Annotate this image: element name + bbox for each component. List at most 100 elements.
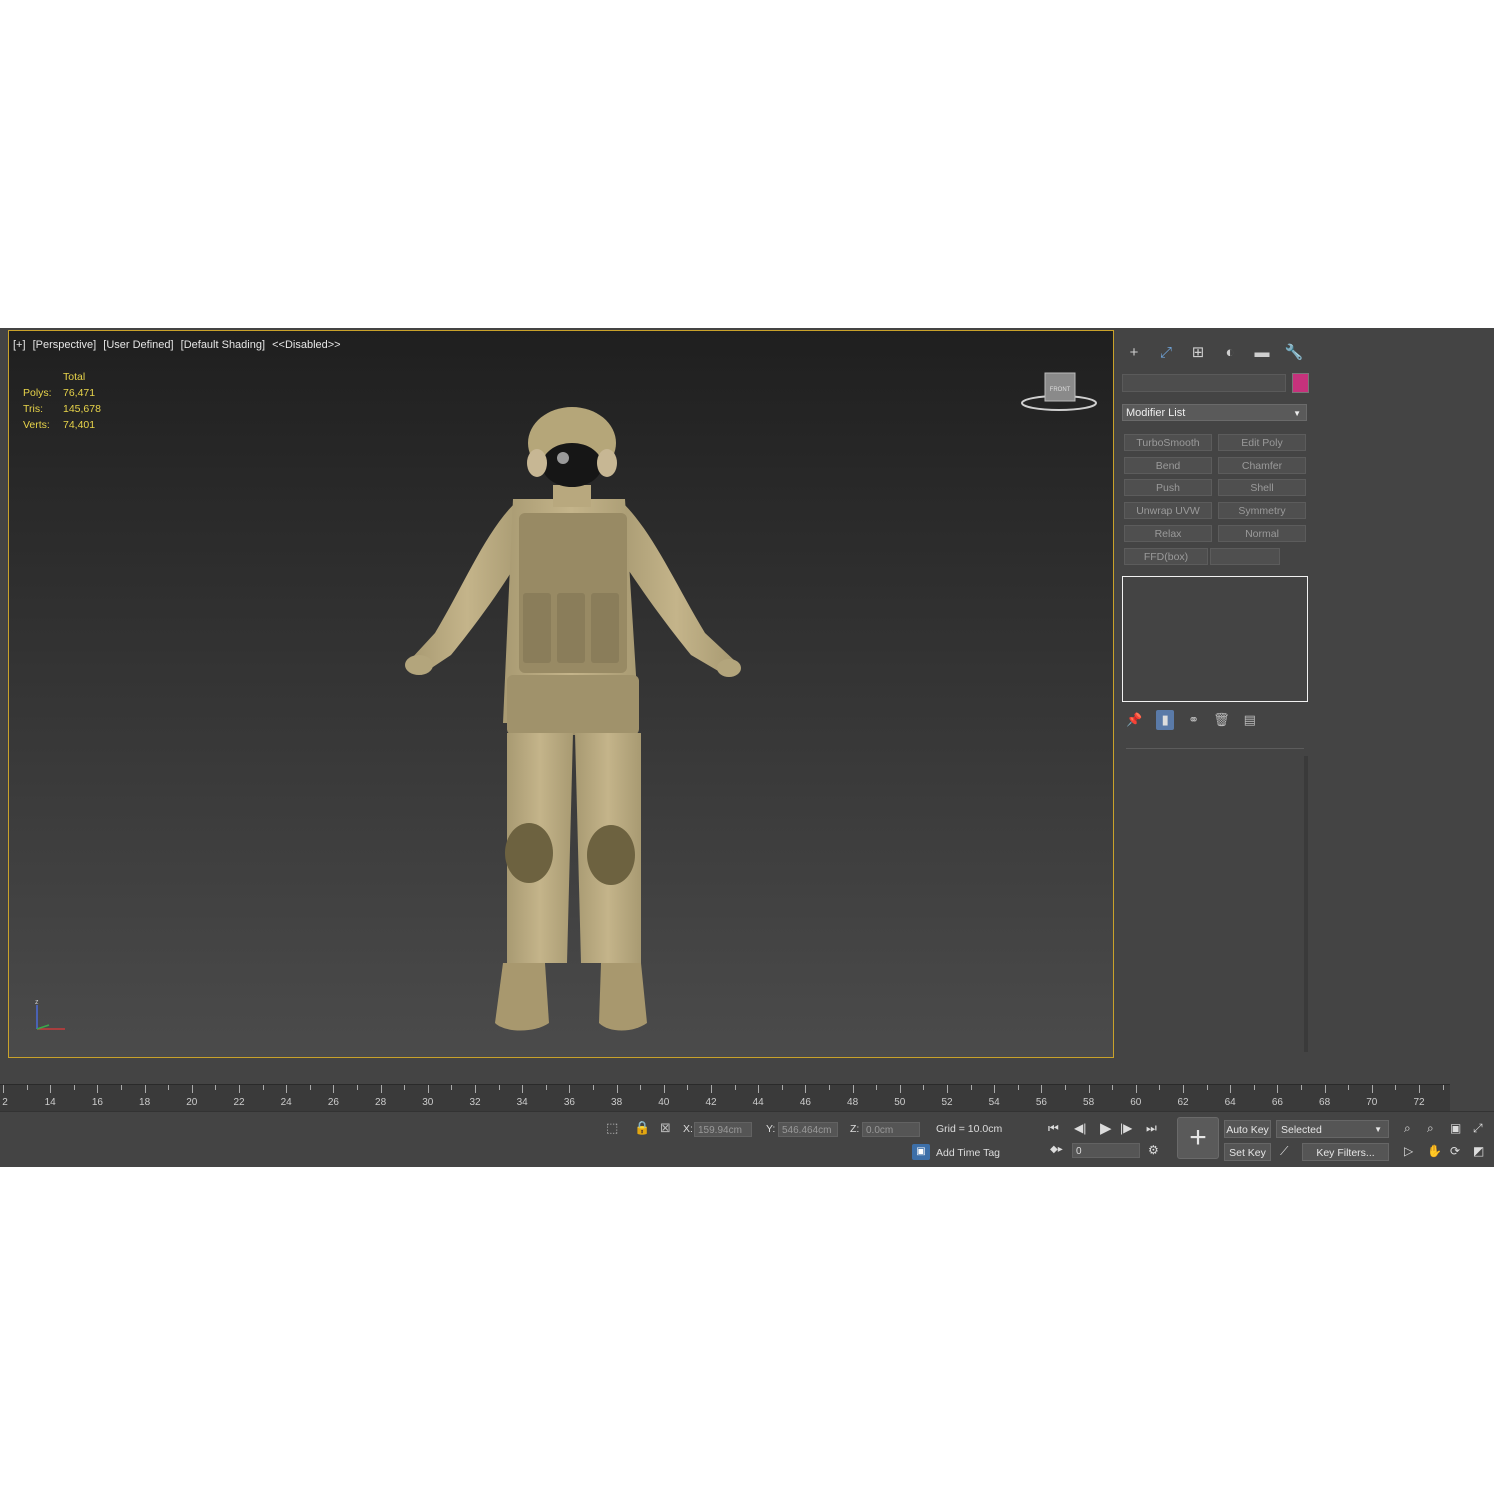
timeline-minor-tick bbox=[168, 1085, 170, 1090]
remove-modifier-trash-icon[interactable]: 🗑 bbox=[1213, 712, 1230, 728]
create-tab-plus-icon[interactable]: + bbox=[1122, 340, 1146, 364]
timeline-frame-label: 66 bbox=[1271, 1097, 1283, 1108]
modifier-unwrap-uvw-button[interactable]: Unwrap UVW bbox=[1124, 502, 1212, 519]
zoom-extents-icon[interactable]: ▣ bbox=[1450, 1121, 1461, 1135]
viewport-disabled-menu[interactable]: <<Disabled>> bbox=[272, 339, 341, 351]
chevron-down-icon: ▼ bbox=[1374, 1125, 1382, 1134]
timeline-tick bbox=[427, 1085, 429, 1093]
pin-stack-icon[interactable]: 📌 bbox=[1126, 712, 1142, 728]
modifier-push-button[interactable]: Push bbox=[1124, 479, 1212, 496]
panel-scrollbar[interactable] bbox=[1304, 756, 1308, 1052]
time-tag-icon[interactable]: ▣ bbox=[912, 1144, 930, 1160]
current-frame-spinner[interactable]: 0 bbox=[1072, 1143, 1140, 1158]
timeline-tick bbox=[1135, 1085, 1137, 1093]
set-key-button[interactable]: Set Key bbox=[1224, 1143, 1271, 1161]
next-frame-icon[interactable]: |▶ bbox=[1120, 1121, 1132, 1135]
zoom-extents-all-icon[interactable]: ⤢ bbox=[1473, 1121, 1483, 1136]
time-ruler-end bbox=[1450, 1084, 1494, 1110]
modifier-shell-button[interactable]: Shell bbox=[1218, 479, 1306, 496]
selection-lock-icon[interactable]: 🔒 bbox=[634, 1120, 650, 1136]
viewport-plus-menu[interactable]: [+] bbox=[13, 339, 26, 351]
timeline-frame-label: 38 bbox=[611, 1097, 623, 1108]
timeline-tick bbox=[475, 1085, 476, 1093]
timeline-frame-label: 24 bbox=[280, 1097, 292, 1108]
default-in-out-tangents-icon[interactable]: ⟋ bbox=[1280, 1144, 1288, 1159]
orbit-icon[interactable]: ⟳ bbox=[1450, 1144, 1460, 1158]
object-color-swatch[interactable] bbox=[1292, 373, 1309, 393]
viewcube-front-face[interactable]: FRONT bbox=[1050, 387, 1071, 393]
timeline-tick bbox=[805, 1085, 807, 1093]
stats-row-polys: Polys: 76,471 bbox=[23, 387, 96, 399]
pan-hand-icon[interactable]: ✋ bbox=[1427, 1144, 1442, 1158]
previous-frame-icon[interactable]: ◀| bbox=[1074, 1121, 1086, 1135]
make-unique-icon[interactable]: ⚭ bbox=[1188, 712, 1199, 728]
timeline-tick bbox=[569, 1085, 571, 1093]
add-time-tag-button[interactable]: Add Time Tag bbox=[936, 1147, 1000, 1159]
modifier-list-dropdown[interactable]: Modifier List ▼ bbox=[1122, 404, 1307, 421]
timeline-frame-label: 34 bbox=[516, 1097, 528, 1108]
modifier-turbosmooth-button[interactable]: TurboSmooth bbox=[1124, 434, 1212, 451]
modifier-chamfer-button[interactable]: Chamfer bbox=[1218, 457, 1306, 474]
viewport-shading-menu[interactable]: [Default Shading] bbox=[181, 339, 265, 351]
timeline-tick bbox=[1041, 1085, 1043, 1093]
timeline-minor-tick bbox=[876, 1085, 878, 1090]
timeline-frame-label: 42 bbox=[705, 1097, 717, 1108]
soldier-model[interactable] bbox=[395, 403, 745, 1043]
viewcube[interactable]: FRONT bbox=[1019, 371, 1099, 415]
zoom-all-icon[interactable]: ⌕ bbox=[1427, 1121, 1434, 1136]
x-coord-field[interactable]: 159.94cm bbox=[694, 1122, 752, 1137]
time-configuration-icon[interactable]: ⚙ bbox=[1148, 1143, 1159, 1157]
timeline-frame-label: 70 bbox=[1366, 1097, 1378, 1108]
modifier-stack[interactable] bbox=[1122, 576, 1308, 702]
selection-set-dropdown[interactable]: Selected ▼ bbox=[1276, 1120, 1389, 1138]
play-icon[interactable]: ▶ bbox=[1100, 1119, 1112, 1137]
timeline-tick bbox=[522, 1085, 524, 1093]
time-ruler[interactable]: 2 14 16 18 20 22 24 26 28 30 32 34 36 38 40 42 44 46 48 50 5… bbox=[0, 1084, 1450, 1111]
go-to-start-icon[interactable]: ⏮ bbox=[1048, 1121, 1059, 1136]
key-mode-toggle-icon[interactable]: ◆▸ bbox=[1050, 1144, 1063, 1155]
auto-key-button[interactable]: Auto Key bbox=[1224, 1120, 1271, 1138]
timeline-frame-label: 36 bbox=[563, 1097, 575, 1108]
timeline-minor-tick bbox=[1253, 1085, 1255, 1090]
timeline-frame-label: 22 bbox=[233, 1097, 245, 1108]
y-coord-field[interactable]: 546.464cm bbox=[778, 1122, 838, 1137]
timeline-tick bbox=[994, 1085, 996, 1093]
z-coord-field[interactable]: 0.0cm bbox=[862, 1122, 920, 1137]
modifier-edit-poly-button[interactable]: Edit Poly bbox=[1218, 434, 1306, 451]
x-coord-label: X: bbox=[683, 1123, 693, 1135]
absolute-mode-transform-icon[interactable]: ⊠ bbox=[660, 1120, 671, 1136]
perspective-viewport[interactable]: [+] [Perspective] [User Defined] [Defaul… bbox=[8, 330, 1114, 1058]
modifier-relax-button[interactable]: Relax bbox=[1124, 525, 1212, 542]
maximize-viewport-icon[interactable]: ◩ bbox=[1473, 1144, 1484, 1158]
go-to-end-icon[interactable]: ⏭ bbox=[1146, 1121, 1157, 1136]
timeline-minor-tick bbox=[545, 1085, 547, 1090]
timeline-minor-tick bbox=[1017, 1085, 1019, 1090]
viewport-view-menu[interactable]: [Perspective] bbox=[33, 339, 97, 351]
set-keys-big-button[interactable]: + bbox=[1177, 1117, 1219, 1159]
modify-tab-icon[interactable]: ⤢ bbox=[1154, 340, 1178, 364]
utilities-tab-wrench-icon[interactable]: 🔧 bbox=[1282, 340, 1306, 364]
display-tab-icon[interactable]: ▬ bbox=[1250, 340, 1274, 364]
zoom-icon[interactable]: ⌕ bbox=[1404, 1121, 1411, 1136]
key-filters-button[interactable]: Key Filters... bbox=[1302, 1143, 1389, 1161]
viewport-camera-menu[interactable]: [User Defined] bbox=[103, 339, 173, 351]
object-name-field[interactable] bbox=[1122, 374, 1286, 392]
timeline-frame-label: 28 bbox=[375, 1097, 387, 1108]
isolate-selection-icon[interactable]: ⬚ bbox=[606, 1120, 618, 1136]
timeline-minor-tick bbox=[593, 1085, 594, 1090]
modifier-ffd-box-button[interactable]: FFD(box) bbox=[1124, 548, 1208, 565]
field-of-view-icon[interactable]: ▷ bbox=[1404, 1144, 1413, 1158]
timeline-tick bbox=[1277, 1085, 1279, 1093]
viewport-label-menu[interactable]: [+] [Perspective] [User Defined] [Defaul… bbox=[13, 339, 345, 351]
modifier-bend-button[interactable]: Bend bbox=[1124, 457, 1212, 474]
modifier-symmetry-button[interactable]: Symmetry bbox=[1218, 502, 1306, 519]
timeline-frame-label: 46 bbox=[799, 1097, 811, 1108]
configure-modifier-sets-icon[interactable]: ▤ bbox=[1244, 712, 1256, 728]
scene-statistics: Total Polys: 76,471 Tris: 145,678 Verts: 74… bbox=[23, 369, 101, 433]
modifier-empty-button[interactable] bbox=[1210, 548, 1280, 565]
motion-tab-icon[interactable]: ◐ bbox=[1218, 340, 1242, 364]
show-end-result-icon[interactable]: ▮ bbox=[1156, 710, 1175, 730]
timeline-tick bbox=[899, 1085, 901, 1093]
hierarchy-tab-icon[interactable]: ⊞ bbox=[1186, 340, 1210, 364]
modifier-normal-button[interactable]: Normal bbox=[1218, 525, 1306, 542]
